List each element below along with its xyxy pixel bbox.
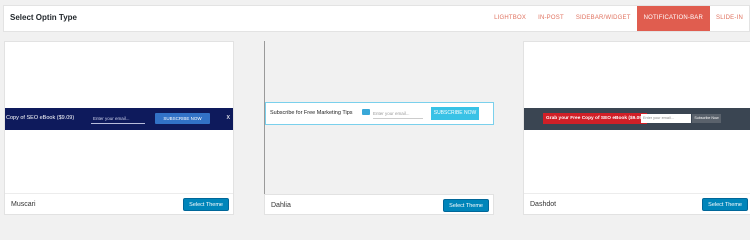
bar-text: Grab your Free Copy of SEO eBook ($9.09) — [543, 113, 647, 124]
select-theme-button[interactable]: Select Theme — [702, 198, 748, 211]
theme-name: Dahlia — [271, 202, 291, 209]
optin-type-header: Select Optin Type LIGHTBOX IN-POST SIDEB… — [3, 5, 750, 32]
theme-name: Dashdot — [530, 201, 557, 208]
tab-slide-in[interactable]: SLIDE-IN — [710, 6, 749, 31]
theme-preview: Copy of SEO eBook ($9.09) Enter your ema… — [5, 42, 233, 195]
notification-bar-preview: Copy of SEO eBook ($9.09) Enter your ema… — [5, 108, 233, 130]
theme-card-footer: Muscari Select Theme — [5, 193, 233, 214]
optin-type-tabs: LIGHTBOX IN-POST SIDEBAR/WIDGET NOTIFICA… — [488, 6, 749, 31]
subscribe-button-preview: SUBSCRIBE NOW — [155, 113, 210, 124]
bar-text: Subscribe for Free Marketing Tips — [270, 110, 353, 116]
theme-preview: Subscribe for Free Marketing Tips Enter … — [264, 41, 494, 194]
tab-notification-bar[interactable]: NOTIFICATION-BAR — [636, 6, 711, 31]
notification-bar-preview: Grab your Free Copy of SEO eBook ($9.09)… — [524, 108, 750, 130]
notification-bar-preview: Subscribe for Free Marketing Tips Enter … — [265, 102, 494, 125]
email-field-preview: Enter your email... — [91, 113, 145, 124]
tab-in-post[interactable]: IN-POST — [532, 6, 570, 31]
tab-lightbox[interactable]: LIGHTBOX — [488, 6, 532, 31]
theme-card-footer: Dashdot Select Theme — [524, 193, 750, 214]
bar-text: Copy of SEO eBook ($9.09) — [6, 115, 75, 121]
theme-card-footer: Dahlia Select Theme — [264, 194, 494, 215]
subscribe-button-preview: SUBSCRIBE NOW — [431, 107, 479, 120]
select-theme-button[interactable]: Select Theme — [183, 198, 229, 211]
theme-card-muscari: Copy of SEO eBook ($9.09) Enter your ema… — [4, 41, 234, 215]
close-icon: x — [226, 114, 231, 121]
select-theme-button[interactable]: Select Theme — [443, 199, 489, 212]
page-title: Select Optin Type — [10, 13, 77, 22]
envelope-icon — [362, 109, 370, 115]
tab-sidebar-widget[interactable]: SIDEBAR/WIDGET — [570, 6, 637, 31]
theme-card-dashdot: Grab your Free Copy of SEO eBook ($9.09)… — [523, 41, 750, 215]
theme-preview: Grab your Free Copy of SEO eBook ($9.09)… — [524, 42, 750, 195]
subscribe-button-preview: Subscribe Now — [692, 114, 721, 123]
theme-name: Muscari — [11, 201, 36, 208]
email-field-preview: Enter your email... — [373, 108, 423, 119]
email-field-preview: Enter your email... — [641, 114, 691, 123]
theme-card-dahlia: Subscribe for Free Marketing Tips Enter … — [264, 41, 494, 215]
